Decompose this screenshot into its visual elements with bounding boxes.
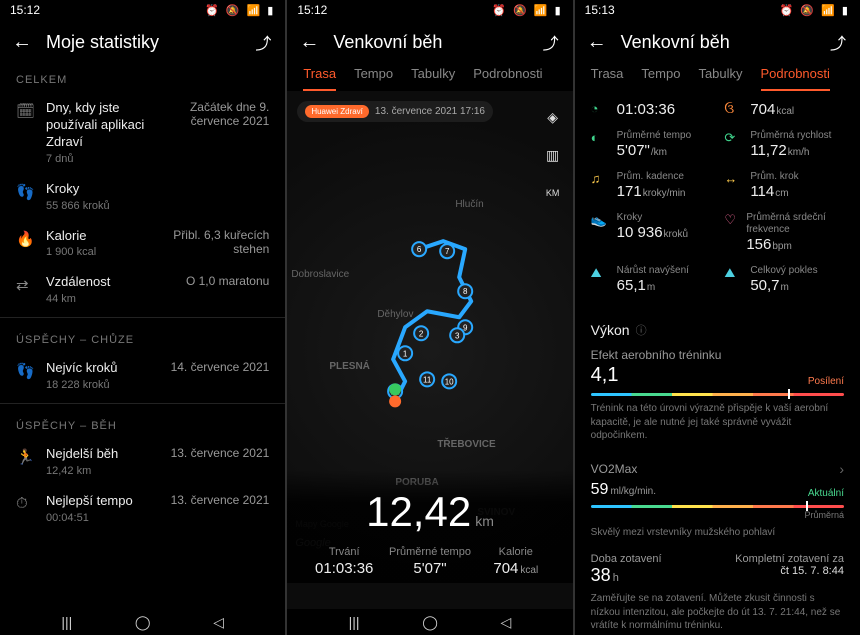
- layers-icon[interactable]: ▥: [541, 143, 565, 167]
- svg-text:11: 11: [423, 375, 432, 384]
- steps-icon: 👟: [591, 212, 609, 228]
- row-distance[interactable]: ⇄ Vzdálenost 44 km O 1,0 maratonu: [0, 266, 285, 313]
- fire-icon: ઉ: [724, 101, 742, 117]
- distance-value: 12,42km: [301, 488, 558, 536]
- timestamp: 13. července 2021 17:16: [375, 106, 485, 117]
- steps-icon: 👣: [16, 360, 34, 380]
- status-bar: 15:12 ⏰ 🔕 📶 ▮: [0, 0, 285, 20]
- nav-recents[interactable]: |||: [61, 614, 72, 630]
- tab-bar: Trasa Tempo Tabulky Podrobnosti: [575, 62, 860, 91]
- info-icon[interactable]: ⓘ: [636, 322, 647, 338]
- status-bar: 15:12 ⏰ 🔕 📶 ▮: [287, 0, 572, 20]
- stride-icon: ↔: [724, 171, 742, 186]
- aerobic-spectrum: [591, 393, 844, 396]
- row-calories[interactable]: 🔥 Kalorie 1 900 kcal Přibl. 6,3 kuřecích…: [0, 220, 285, 267]
- back-icon[interactable]: ←: [12, 31, 32, 54]
- status-icons: ⏰ 🔕 📶 ▮: [780, 4, 850, 17]
- calendar-icon: 🗓: [16, 100, 34, 120]
- vo2-spectrum: [591, 505, 844, 508]
- timer-icon: ⏱: [16, 493, 34, 512]
- svg-text:2: 2: [419, 329, 424, 338]
- chevron-right-icon: ›: [839, 461, 844, 477]
- map-controls: ◈ ▥ KM: [541, 105, 565, 205]
- locate-icon[interactable]: ◈: [541, 105, 565, 129]
- details-grid: ◔01:03:36 ઉ704kcal ◐Průměrné tempo5'07"/…: [575, 91, 860, 308]
- section-header-walk: ÚSPĚCHY – CHŮZE: [0, 322, 285, 352]
- section-vo2max[interactable]: VO2Max › 59ml/kg/min. Aktuální Průměrná …: [575, 449, 860, 546]
- steps-icon: 👣: [16, 181, 34, 201]
- speed-icon: ⟳: [724, 130, 742, 146]
- tab-route[interactable]: Trasa: [303, 66, 336, 91]
- section-header-run: ÚSPĚCHY – BĚH: [0, 408, 285, 438]
- app-bar: ← Moje statistiky ⤴: [0, 20, 285, 62]
- page-title: Moje statistiky: [46, 32, 241, 53]
- clock: 15:13: [585, 3, 615, 17]
- nav-recents[interactable]: |||: [349, 614, 360, 630]
- svg-text:7: 7: [445, 247, 450, 256]
- sub: 7 dnů: [46, 153, 147, 165]
- distance-icon: ⇄: [16, 274, 34, 294]
- svg-text:6: 6: [417, 245, 422, 254]
- page-title: Venkovní běh: [333, 32, 528, 53]
- back-icon[interactable]: ←: [587, 31, 607, 54]
- row-steps[interactable]: 👣 Kroky 55 866 kroků: [0, 173, 285, 220]
- screen-run-details: 15:13 ⏰ 🔕 📶 ▮ ← Venkovní běh ⤴ Trasa Tem…: [575, 0, 860, 635]
- share-icon[interactable]: ⤴: [255, 30, 271, 54]
- right: Začátek dne 9. července 2021: [159, 100, 269, 128]
- row-days-used[interactable]: 🗓 Dny, kdy jste používali aplikaci Zdrav…: [0, 92, 285, 173]
- heart-icon: ♡: [724, 212, 738, 228]
- section-header-celkem: CELKEM: [0, 62, 285, 92]
- status-icons: ⏰ 🔕 📶 ▮: [205, 4, 275, 17]
- route-map[interactable]: Huawei Zdraví 13. července 2021 17:16 ◈ …: [287, 91, 572, 609]
- tab-pace[interactable]: Tempo: [354, 66, 393, 91]
- bottom-stats: 12,42km Trvání01:03:36 Průměrné tempo5'0…: [287, 470, 572, 583]
- section-title: Výkonⓘ: [591, 322, 844, 338]
- tab-details[interactable]: Podrobnosti: [761, 66, 830, 91]
- source-badge: Huawei Zdraví: [305, 105, 369, 118]
- run-icon: 🏃: [16, 446, 34, 466]
- clock: 15:12: [297, 3, 327, 17]
- row-best-pace[interactable]: ⏱ Nejlepší tempo 00:04:51 13. července 2…: [0, 485, 285, 532]
- screen-run-route: 15:12 ⏰ 🔕 📶 ▮ ← Venkovní běh ⤴ Trasa Tem…: [287, 0, 572, 635]
- label: Dny, kdy jste používali aplikaci Zdraví: [46, 100, 147, 151]
- row-longest-run[interactable]: 🏃 Nejdelší běh 12,42 km 13. července 202…: [0, 438, 285, 485]
- pace-icon: ◐: [591, 130, 609, 145]
- tab-charts[interactable]: Tabulky: [698, 66, 742, 91]
- ascent-icon: ⛰: [591, 265, 609, 281]
- app-bar: ← Venkovní běh ⤴: [575, 20, 860, 62]
- km-toggle[interactable]: KM: [541, 181, 565, 205]
- tab-bar: Trasa Tempo Tabulky Podrobnosti: [287, 62, 572, 91]
- svg-text:10: 10: [445, 377, 454, 386]
- nav-back[interactable]: ◁: [501, 614, 512, 631]
- screen-my-statistics: 15:12 ⏰ 🔕 📶 ▮ ← Moje statistiky ⤴ CELKEM…: [0, 0, 285, 635]
- system-nav-bar: ||| ◯ ◁: [0, 609, 285, 635]
- nav-home[interactable]: ◯: [422, 614, 438, 631]
- tab-charts[interactable]: Tabulky: [411, 66, 455, 91]
- section-vykon: Výkonⓘ Efekt aerobního tréninku 4,1 Posí…: [575, 316, 860, 449]
- status-icons: ⏰ 🔕 📶 ▮: [492, 4, 562, 17]
- clock: 15:12: [10, 3, 40, 17]
- row-most-steps[interactable]: 👣 Nejvíc kroků 18 228 kroků 14. července…: [0, 352, 285, 399]
- share-icon[interactable]: ⤴: [543, 30, 559, 54]
- run-timestamp-pill: Huawei Zdraví 13. července 2021 17:16: [297, 101, 493, 122]
- nav-home[interactable]: ◯: [135, 614, 151, 631]
- svg-text:3: 3: [455, 331, 460, 340]
- back-icon[interactable]: ←: [299, 31, 319, 54]
- fire-icon: 🔥: [16, 228, 34, 248]
- page-title: Venkovní běh: [621, 32, 816, 53]
- tab-details[interactable]: Podrobnosti: [473, 66, 542, 91]
- svg-text:1: 1: [403, 349, 408, 358]
- duration-icon: ◔: [591, 101, 609, 116]
- app-bar: ← Venkovní běh ⤴: [287, 20, 572, 62]
- nav-back[interactable]: ◁: [213, 614, 224, 631]
- section-recovery: Doba zotavení 38h Kompletní zotavení za …: [575, 553, 860, 586]
- system-nav-bar: ||| ◯ ◁: [287, 609, 572, 635]
- share-icon[interactable]: ⤴: [830, 30, 846, 54]
- cadence-icon: ♫: [591, 171, 609, 186]
- tab-pace[interactable]: Tempo: [641, 66, 680, 91]
- descent-icon: ⛰: [724, 265, 742, 281]
- status-bar: 15:13 ⏰ 🔕 📶 ▮: [575, 0, 860, 20]
- tab-route[interactable]: Trasa: [591, 66, 624, 91]
- svg-text:8: 8: [463, 287, 468, 296]
